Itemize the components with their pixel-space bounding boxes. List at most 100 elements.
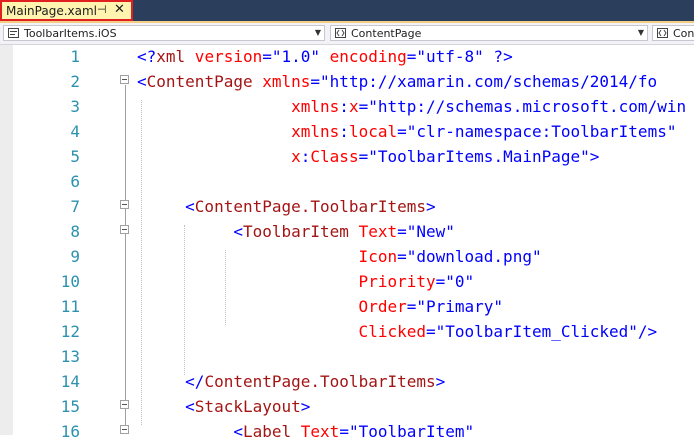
csharp-project-icon (8, 28, 19, 38)
code-line[interactable]: 7 <ContentPage.ToolbarItems> (0, 195, 694, 220)
code-token: Label (242, 422, 292, 441)
code-line[interactable]: 2 <ContentPage xmlns="http://xamarin.com/… (0, 70, 694, 95)
code-line[interactable]: 8 <ToolbarItem Text="New" (0, 220, 694, 245)
code-token: version (185, 47, 263, 66)
project-dropdown-value: ToolbarItems.iOS (24, 27, 117, 40)
line-number: 13 (60, 347, 80, 366)
code-token: < (137, 222, 243, 241)
code-token: Clicked (137, 322, 426, 341)
code-token: ="http://xamarin.com/schemas/2014/fo (310, 72, 658, 91)
code-token: < (137, 197, 195, 216)
code-line[interactable]: 1 <?xml version="1.0" encoding="utf-8" ?> (0, 45, 694, 70)
code-token: Class (310, 147, 359, 166)
code-token: Order (137, 297, 407, 316)
code-token: ="Primary" (406, 297, 504, 316)
code-token: ="ToolbarItems.MainPage"> (358, 147, 600, 166)
code-text: x:Class="ToolbarItems.MainPage"> (137, 147, 599, 166)
code-text: <ContentPage.ToolbarItems> (137, 197, 435, 216)
outline-line (125, 235, 126, 341)
code-line[interactable]: 16 <Label Text="ToolbarItem" (0, 420, 694, 445)
line-number: 8 (70, 222, 80, 241)
code-line[interactable]: 3 xmlns:x="http://schemas.microsoft.com/… (0, 95, 694, 120)
type-dropdown[interactable]: ContentPage ▼ (330, 25, 648, 41)
code-text: <Label Text="ToolbarItem" (137, 422, 474, 441)
collapse-icon[interactable] (120, 225, 129, 234)
code-token: ="http://schemas.microsoft.com/win (358, 97, 687, 116)
code-token: ="ToolbarItem_Clicked"/> (425, 322, 658, 341)
code-line[interactable]: 4 xmlns:local="clr-namespace:ToolbarItem… (0, 120, 694, 145)
code-token: < (137, 72, 147, 91)
code-line[interactable]: 10 Priority="0" (0, 270, 694, 295)
indent-guide (184, 225, 185, 375)
code-line[interactable]: 15 <StackLayout> (0, 395, 694, 420)
code-token: : (339, 97, 349, 116)
code-token: ContentPage.ToolbarItems (194, 197, 426, 216)
code-token: Icon (137, 247, 398, 266)
close-icon[interactable]: ✕ (114, 2, 125, 17)
xaml-element-icon (335, 28, 346, 38)
code-token: x (137, 147, 301, 166)
document-tab-strip: MainPage.xaml ⊣ ✕ (0, 0, 694, 23)
code-token: ="clr-namespace:ToolbarItems" (397, 122, 677, 141)
code-token: : (339, 122, 349, 141)
code-token: Text (348, 222, 398, 241)
code-text: xmlns:local="clr-namespace:ToolbarItems" (137, 122, 676, 141)
line-number: 16 (60, 422, 80, 441)
code-line[interactable]: 9 Icon="download.png" (0, 245, 694, 270)
code-token: x (348, 97, 359, 116)
code-line[interactable]: 11 Order="Primary" (0, 295, 694, 320)
line-number: 6 (70, 172, 80, 191)
code-token: ="ToolbarItem" (339, 422, 475, 441)
code-token: ContentPage.ToolbarItems (204, 372, 436, 391)
code-token: ContentPage (146, 72, 253, 91)
type-dropdown-value: ContentPage (351, 27, 422, 40)
code-token: StackLayout (194, 397, 301, 416)
chevron-down-icon: ▼ (314, 28, 321, 37)
tab-label: MainPage.xaml (6, 4, 97, 18)
line-number: 15 (60, 397, 80, 416)
line-number: 2 (70, 72, 80, 91)
code-text: xmlns:x="http://schemas.microsoft.com/wi… (137, 97, 686, 116)
line-number: 9 (70, 247, 80, 266)
code-token: xmlns (252, 72, 311, 91)
line-number: 1 (70, 47, 80, 66)
code-line[interactable]: 12 Clicked="ToolbarItem_Clicked"/> (0, 320, 694, 345)
code-token: <? (137, 47, 157, 66)
code-line[interactable]: 13 (0, 345, 694, 370)
indent-guide (225, 250, 226, 325)
code-text: <StackLayout> (137, 397, 310, 416)
collapse-icon[interactable] (120, 75, 129, 84)
code-token: xmlns (137, 97, 340, 116)
project-dropdown[interactable]: ToolbarItems.iOS ▼ (3, 25, 325, 41)
line-number: 5 (70, 147, 80, 166)
code-token: < (137, 422, 243, 441)
code-token: ="0" (435, 272, 475, 291)
code-editor[interactable]: 1 <?xml version="1.0" encoding="utf-8" ?>… (0, 45, 694, 441)
code-line[interactable]: 14 </ContentPage.ToolbarItems> (0, 370, 694, 395)
tab-mainpage-xaml[interactable]: MainPage.xaml ⊣ ✕ (0, 0, 133, 21)
code-token: ?> (483, 47, 513, 66)
code-line[interactable]: 5 x:Class="ToolbarItems.MainPage"> (0, 145, 694, 170)
collapse-icon[interactable] (120, 400, 129, 409)
collapse-icon[interactable] (120, 425, 129, 434)
code-token: ="New" (397, 222, 455, 241)
line-number: 11 (60, 297, 80, 316)
code-line[interactable]: 6 (0, 170, 694, 195)
code-text: <ContentPage xmlns="http://xamarin.com/s… (137, 72, 657, 91)
code-text: Priority="0" (137, 272, 475, 291)
xaml-element-icon (657, 28, 668, 38)
code-text: Order="Primary" (137, 297, 504, 316)
code-token: encoding (320, 47, 407, 66)
code-token: </ (137, 372, 205, 391)
pin-icon[interactable]: ⊣ (97, 3, 107, 16)
code-token: ="download.png" (397, 247, 542, 266)
code-text: Icon="download.png" (137, 247, 542, 266)
member-dropdown[interactable]: Conte (652, 25, 694, 41)
code-token: xmlns (137, 122, 340, 141)
collapse-icon[interactable] (120, 200, 129, 209)
chevron-down-icon: ▼ (637, 28, 644, 37)
code-token: Text (291, 422, 340, 441)
line-number: 10 (60, 272, 80, 291)
indent-guide (141, 100, 142, 425)
code-token: > (300, 397, 311, 416)
